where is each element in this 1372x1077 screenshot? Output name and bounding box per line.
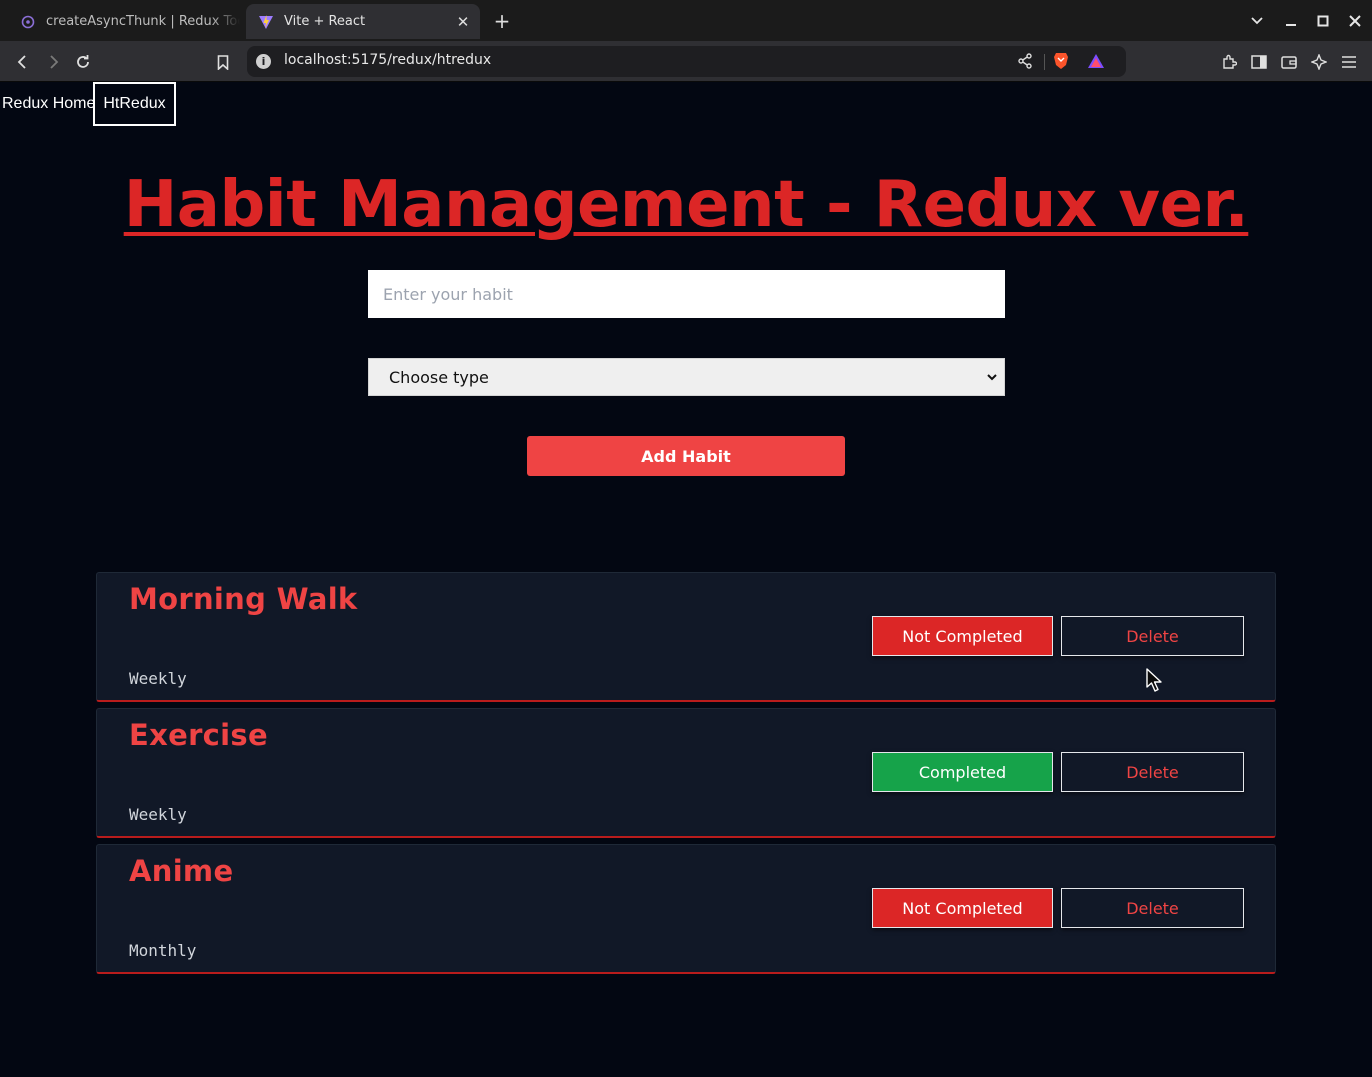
habit-frequency: Weekly [129, 669, 187, 688]
new-tab-icon[interactable]: + [490, 9, 514, 33]
share-icon[interactable] [1017, 53, 1033, 73]
url-text[interactable]: localhost:5175/redux/htredux [284, 52, 491, 68]
menu-icon[interactable] [1336, 49, 1362, 75]
browser-toolbar: i localhost:5175/redux/htredux [0, 41, 1372, 82]
sidebar-icon[interactable] [1246, 49, 1272, 75]
brave-shield-icon[interactable] [1053, 52, 1069, 74]
nav-link-redux-home[interactable]: Redux Home [2, 95, 95, 113]
site-info-icon[interactable]: i [256, 54, 271, 69]
add-habit-button[interactable]: Add Habit [527, 436, 845, 476]
nav-link-htredux[interactable]: HtRedux [93, 82, 176, 126]
habit-name: Morning Walk [129, 582, 358, 616]
delete-button[interactable]: Delete [1061, 888, 1244, 928]
extensions-icon[interactable] [1216, 49, 1242, 75]
brave-rewards-icon[interactable] [1087, 53, 1105, 73]
chevron-down-icon [987, 374, 997, 381]
habit-name: Anime [129, 854, 234, 888]
habit-frequency: Weekly [129, 805, 187, 824]
back-icon[interactable] [10, 49, 36, 75]
forward-icon[interactable] [40, 49, 66, 75]
redux-logo-icon [20, 14, 36, 30]
delete-button[interactable]: Delete [1061, 616, 1244, 656]
divider [1044, 54, 1045, 70]
habit-name: Exercise [129, 718, 268, 752]
page-title: Habit Management - Redux ver. [123, 168, 1249, 242]
tab-title: Vite + React [284, 14, 366, 29]
browser-tab-strip: createAsyncThunk | Redux Toolkit Vite + … [0, 0, 1372, 41]
address-bar[interactable]: i localhost:5175/redux/htredux [247, 46, 1126, 77]
habit-input[interactable] [368, 270, 1005, 318]
select-value: Choose type [389, 367, 489, 387]
habit-frequency: Monthly [129, 941, 197, 960]
habit-card: Exercise Weekly Completed Delete [96, 708, 1276, 838]
minimize-icon[interactable] [1278, 8, 1304, 34]
close-tab-icon[interactable]: ✕ [452, 11, 474, 33]
bookmark-icon[interactable] [210, 49, 236, 75]
habit-type-select[interactable]: Choose type [368, 358, 1005, 396]
status-toggle-button[interactable]: Not Completed [872, 616, 1053, 656]
status-toggle-button[interactable]: Completed [872, 752, 1053, 792]
maximize-icon[interactable] [1310, 8, 1336, 34]
status-toggle-button[interactable]: Not Completed [872, 888, 1053, 928]
delete-button[interactable]: Delete [1061, 752, 1244, 792]
habit-card: Anime Monthly Not Completed Delete [96, 844, 1276, 974]
close-window-icon[interactable] [1342, 8, 1368, 34]
tab-title: createAsyncThunk | Redux Toolkit [46, 14, 240, 29]
tab-list-chevron-icon[interactable] [1244, 8, 1270, 34]
browser-tab-active[interactable]: Vite + React ✕ [246, 4, 480, 39]
reload-icon[interactable] [70, 49, 96, 75]
habit-card: Morning Walk Weekly Not Completed Delete [96, 572, 1276, 702]
mouse-cursor-icon [1146, 668, 1162, 692]
browser-tab[interactable]: createAsyncThunk | Redux Toolkit [8, 4, 240, 39]
vite-logo-icon [258, 14, 274, 30]
wallet-icon[interactable] [1276, 49, 1302, 75]
leo-ai-icon[interactable] [1306, 49, 1332, 75]
